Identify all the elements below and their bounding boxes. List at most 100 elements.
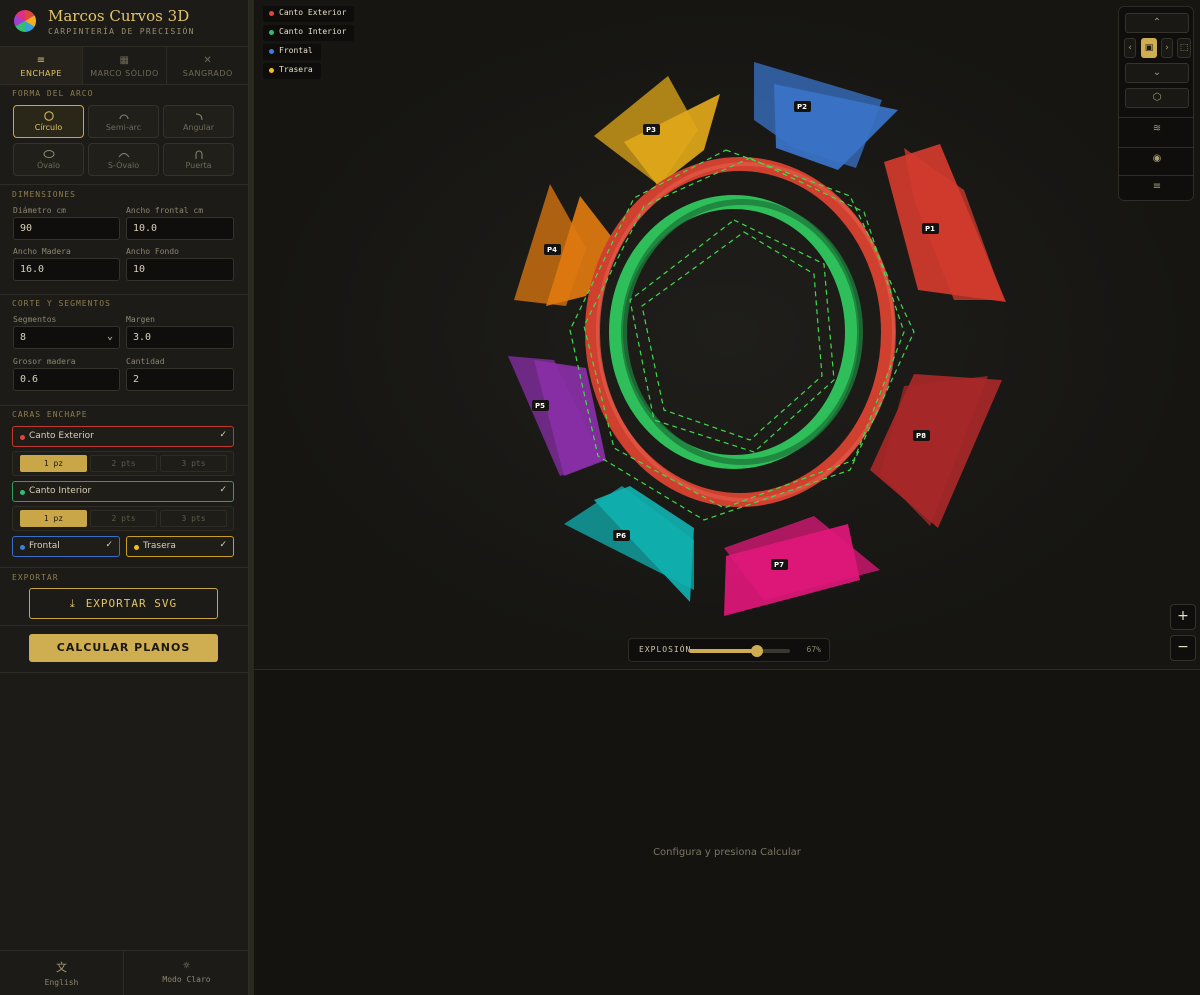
frame-scene[interactable]: P1 P2 P3 P4 P5 P6 P7 P8 (254, 0, 1200, 670)
explosion-label: EXPLOSIÓN (639, 645, 692, 654)
theme-label: Modo Claro (162, 975, 211, 984)
exterior-color-dot (20, 435, 25, 440)
center-view-icon[interactable]: ▣ (1141, 38, 1157, 58)
tab-label: ENCHAPE (20, 69, 62, 78)
interior-pieces-2[interactable]: 2 pts (90, 510, 157, 527)
zoom-in-button[interactable]: + (1170, 604, 1196, 630)
cube-icon[interactable]: ⬡ (1125, 88, 1189, 108)
interior-pieces-1[interactable]: 1 pz (20, 510, 87, 527)
thickness-input[interactable]: 0.6 (13, 368, 120, 391)
divider (0, 294, 249, 295)
translate-icon: 文 (56, 961, 67, 974)
oval-shape-icon (43, 150, 54, 158)
chevron-right-icon[interactable]: › (1161, 38, 1173, 58)
result-panel: Configura y presiona Calcular (254, 671, 1200, 995)
toolbar-separator (1119, 175, 1193, 176)
quantity-input[interactable]: 2 (126, 368, 234, 391)
section-export-label: EXPORTAR (12, 573, 59, 582)
chevron-left-icon[interactable]: ‹ (1124, 38, 1136, 58)
shape-angular-button[interactable]: Angular (163, 105, 234, 138)
face-frontal-toggle[interactable]: Frontal ✓ (12, 536, 120, 557)
3d-viewport[interactable]: P1 P2 P3 P4 P5 P6 P7 P8 Canto Exterior Canto In… (254, 0, 1200, 670)
explosion-slider-thumb[interactable] (750, 645, 763, 657)
face-interior-toggle[interactable]: Canto Interior ✓ (12, 481, 234, 502)
app-subtitle: CARPINTERÍA DE PRECISIÓN (48, 27, 195, 36)
panel-p8[interactable] (870, 374, 1002, 528)
exterior-pieces-group: 1 pz 2 pts 3 pts (12, 451, 234, 476)
check-icon: ✓ (219, 485, 227, 495)
circle-shape-icon (43, 111, 54, 121)
diameter-input[interactable]: 90 (13, 217, 120, 240)
legend-frontal: Frontal (263, 44, 321, 60)
panel-p1[interactable] (884, 144, 1006, 302)
tab-enchape[interactable]: ≡ ENCHAPE (0, 47, 84, 84)
layers-icon[interactable]: ≋ (1125, 120, 1189, 140)
chevron-down-icon[interactable]: ⌄ (1125, 63, 1189, 83)
face-exterior-toggle[interactable]: Canto Exterior ✓ (12, 426, 234, 447)
app-title: Marcos Curvos 3D (48, 7, 190, 25)
shape-door-button[interactable]: Puerta (163, 143, 234, 176)
panel-label: P1 (925, 225, 935, 233)
shape-oval-button[interactable]: Óvalo (13, 143, 84, 176)
brand-header: Marcos Curvos 3D CARPINTERÍA DE PRECISIÓ… (0, 0, 249, 47)
semiarc-shape-icon (119, 114, 128, 120)
legend-label: Canto Interior (279, 27, 347, 36)
margin-input[interactable]: 3.0 (126, 326, 234, 349)
legend-interior: Canto Interior (263, 25, 355, 41)
eye-icon[interactable]: ◉ (1125, 150, 1189, 170)
tab-marco-solido[interactable]: ▦ MARCO SÓLIDO (83, 47, 167, 84)
exterior-pieces-3[interactable]: 3 pts (160, 455, 227, 472)
panel-label: P4 (547, 246, 557, 254)
shape-label: Angular (182, 123, 215, 132)
language-button[interactable]: 文 English (0, 950, 124, 995)
shape-semiarc-button[interactable]: Semi-arc (88, 105, 159, 138)
legend-dot (269, 11, 274, 16)
back-width-label: Ancho Fondo (126, 247, 179, 256)
toolbar-separator (1119, 147, 1193, 148)
section-shape-label: FORMA DEL ARCO (12, 89, 94, 98)
exterior-ring (585, 157, 895, 507)
segments-label: Segmentos (13, 315, 57, 324)
segments-select[interactable]: 8 ⌄ (13, 326, 120, 349)
download-icon: ⤓ (69, 597, 76, 610)
shape-circle-button[interactable]: Círculo (13, 105, 84, 138)
export-svg-button[interactable]: ⤓ EXPORTAR SVG (29, 588, 218, 619)
shape-soval-button[interactable]: S-Óvalo (88, 143, 159, 176)
wood-width-input[interactable]: 16.0 (13, 258, 120, 281)
legend-exterior: Canto Exterior (263, 6, 355, 22)
check-icon: ✓ (105, 540, 113, 550)
divider (0, 184, 249, 185)
frontal-color-dot (20, 545, 25, 550)
legend-back: Trasera (263, 63, 321, 79)
front-width-input[interactable]: 10.0 (126, 217, 234, 240)
interior-pieces-3[interactable]: 3 pts (160, 510, 227, 527)
zoom-out-button[interactable]: − (1170, 635, 1196, 661)
grid-icon: ▦ (119, 55, 130, 66)
exterior-pieces-2[interactable]: 2 pts (90, 455, 157, 472)
front-width-label: Ancho frontal cm (126, 206, 204, 215)
face-back-toggle[interactable]: Trasera ✓ (126, 536, 234, 557)
inner-hexagon (629, 219, 835, 453)
chevron-down-icon: ⌄ (106, 331, 113, 342)
exterior-pieces-1[interactable]: 1 pz (20, 455, 87, 472)
panels-layer (508, 62, 1006, 616)
tab-sangrado[interactable]: ✕ SANGRADO (167, 47, 249, 84)
lines-icon[interactable]: ≡ (1125, 178, 1189, 198)
tab-label: MARCO SÓLIDO (90, 69, 159, 78)
calculate-button[interactable]: CALCULAR PLANOS (29, 634, 218, 662)
result-placeholder-message: Configura y presiona Calcular (653, 847, 801, 858)
theme-toggle-button[interactable]: ☼ Modo Claro (124, 950, 249, 995)
panel-label: P7 (774, 561, 784, 569)
explosion-slider[interactable] (689, 645, 790, 657)
back-width-input[interactable]: 10 (126, 258, 234, 281)
explosion-value: 67% (806, 645, 821, 654)
interior-ring (609, 195, 859, 469)
divider (0, 672, 249, 673)
legend-dot (269, 30, 274, 35)
shape-label: S-Óvalo (107, 161, 140, 170)
frame-select-icon[interactable]: ⬚ (1177, 38, 1191, 58)
chevron-up-icon[interactable]: ⌃ (1125, 13, 1189, 33)
face-label: Frontal (29, 541, 60, 551)
panel-label: P2 (797, 103, 807, 111)
thickness-label: Grosor madera (13, 357, 76, 366)
